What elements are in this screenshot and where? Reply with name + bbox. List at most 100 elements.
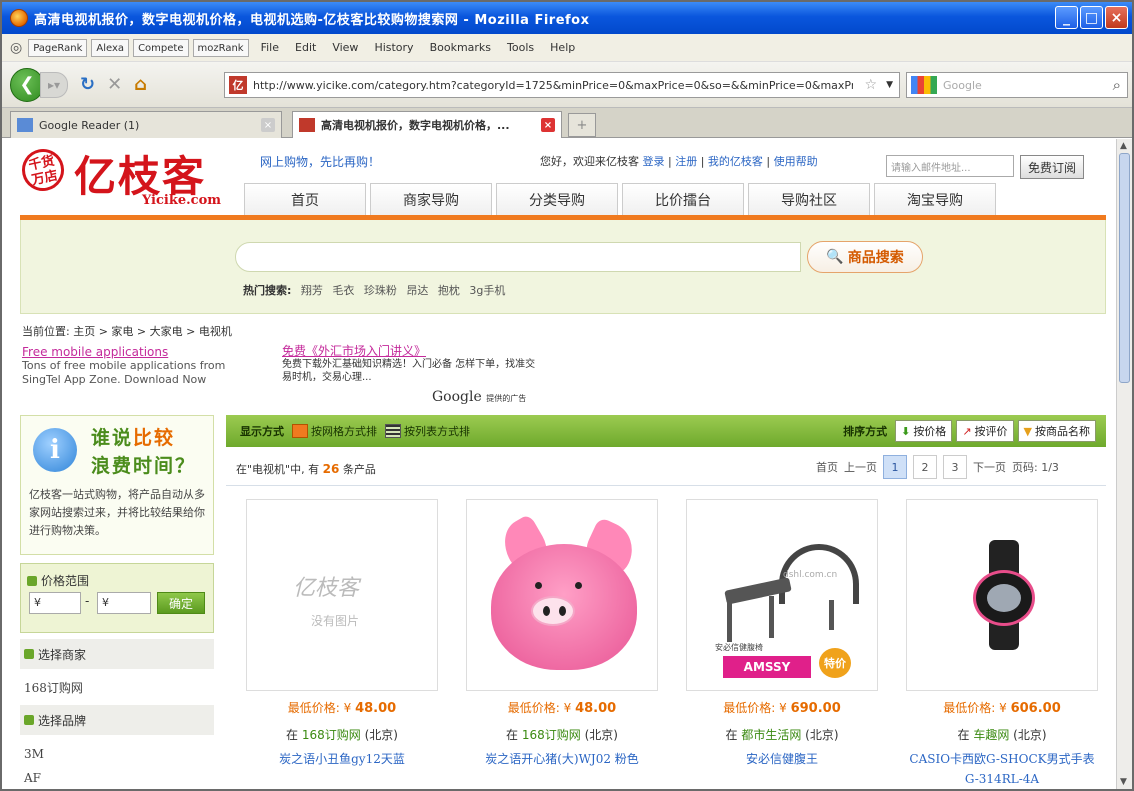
page-3-button[interactable]: 3 xyxy=(943,455,967,479)
bullet-icon xyxy=(24,715,34,725)
product-image[interactable] xyxy=(466,499,658,691)
search-bar[interactable]: Google ⌕ xyxy=(906,72,1128,98)
seller-link[interactable]: 168订购网 xyxy=(522,728,581,742)
sort-name-button[interactable]: ▼ 按商品名称 xyxy=(1017,420,1096,442)
product-name-link[interactable]: CASIO卡西欧G-SHOCK男式手表G-314RL-4A xyxy=(906,749,1098,789)
hot-keyword[interactable]: 昂达 xyxy=(406,284,428,297)
forward-button[interactable]: ▸▾ xyxy=(40,71,68,98)
home-icon[interactable]: ⌂ xyxy=(134,74,147,95)
reload-icon[interactable]: ↻ xyxy=(80,74,95,95)
subscribe-button[interactable]: 免费订阅 xyxy=(1020,155,1084,179)
back-button[interactable]: ❮ xyxy=(10,67,44,102)
product-search-input[interactable] xyxy=(235,242,801,272)
product-image-placeholder[interactable]: 亿枝客 没有图片 xyxy=(246,499,438,691)
pagerank-button[interactable]: PageRank xyxy=(28,38,88,57)
page-2-button[interactable]: 2 xyxy=(913,455,937,479)
firefox-window: 高清电视机报价，数字电视机价格，电视机选购-亿枝客比较购物搜索网 - Mozil… xyxy=(0,0,1134,791)
nav-merchants[interactable]: 商家导购 xyxy=(370,183,492,215)
seller-link[interactable]: 168订购网 xyxy=(302,728,361,742)
menu-bookmarks[interactable]: Bookmarks xyxy=(430,41,491,54)
menu-edit[interactable]: Edit xyxy=(295,41,316,54)
merchant-item[interactable]: 168订购网 xyxy=(24,679,83,696)
stop-icon[interactable]: ✕ xyxy=(107,74,122,95)
grid-view-button[interactable]: 按网格方式排 xyxy=(292,423,377,439)
nav-home[interactable]: 首页 xyxy=(244,183,366,215)
tab-close-icon[interactable]: × xyxy=(261,118,275,132)
new-tab-button[interactable]: + xyxy=(568,113,596,137)
my-account-link[interactable]: 我的亿枝客 xyxy=(708,155,763,168)
hot-keyword[interactable]: 3g手机 xyxy=(469,284,505,297)
maximize-button[interactable]: □ xyxy=(1080,6,1103,29)
register-link[interactable]: 注册 xyxy=(675,155,697,168)
amssy-logo: AMSSY xyxy=(723,656,811,678)
close-button[interactable]: × xyxy=(1105,6,1128,29)
scroll-up-icon[interactable]: ▲ xyxy=(1120,141,1127,151)
product-search-button[interactable]: 🔍 商品搜索 xyxy=(807,241,923,273)
brand-item[interactable]: 3M xyxy=(24,747,44,761)
scroll-down-icon[interactable]: ▼ xyxy=(1120,777,1127,787)
product-name-link[interactable]: 炭之语小丑鱼gy12天蓝 xyxy=(246,749,438,769)
list-view-button[interactable]: 按列表方式排 xyxy=(385,423,470,439)
first-page-link[interactable]: 首页 xyxy=(816,459,838,475)
seller-link[interactable]: 车趣网 xyxy=(973,728,1009,742)
grid-view-label: 按网格方式排 xyxy=(311,425,377,438)
ad1-link[interactable]: Free mobile applications xyxy=(22,345,266,359)
prev-page-link[interactable]: 上一页 xyxy=(844,459,877,475)
url-bar[interactable]: 亿 http://www.yicike.com/category.htm?cat… xyxy=(224,72,900,98)
google-ads-label[interactable]: Google 提供的广告 xyxy=(432,389,526,405)
search-icon[interactable]: ⌕ xyxy=(1113,76,1121,94)
product-price: 最低价格: ¥ 690.00 xyxy=(686,699,878,716)
nav-categories[interactable]: 分类导购 xyxy=(496,183,618,215)
tab-yicike[interactable]: 高清电视机报价，数字电视机价格，... × xyxy=(292,111,562,138)
next-page-link[interactable]: 下一页 xyxy=(973,459,1006,475)
menu-view[interactable]: View xyxy=(332,41,358,54)
scrollbar-thumb[interactable] xyxy=(1119,153,1130,383)
sort-rating-button[interactable]: ↗ 按评价 xyxy=(956,420,1014,442)
result-suffix: 条产品 xyxy=(342,463,376,476)
brand-item[interactable]: AF xyxy=(24,771,41,785)
login-link[interactable]: 登录 xyxy=(643,155,665,168)
page-1-button[interactable]: 1 xyxy=(883,455,907,479)
tab-close-icon[interactable]: × xyxy=(541,118,555,132)
nav-price-compare[interactable]: 比价擂台 xyxy=(622,183,744,215)
product-name-link[interactable]: 安必信健腹王 xyxy=(686,749,878,769)
price-value: 690.00 xyxy=(790,701,841,716)
hot-keyword[interactable]: 抱枕 xyxy=(438,284,460,297)
menu-history[interactable]: History xyxy=(374,41,413,54)
price-min-input[interactable]: ¥ xyxy=(29,592,81,614)
nav-community[interactable]: 导购社区 xyxy=(748,183,870,215)
hot-keyword[interactable]: 毛衣 xyxy=(332,284,354,297)
site-logo[interactable]: 千货万店 亿枝客 Yicike.com xyxy=(16,141,230,211)
minimize-button[interactable]: _ xyxy=(1055,6,1078,29)
bookmark-star-icon[interactable]: ☆ xyxy=(864,77,877,93)
hot-keyword[interactable]: 珍珠粉 xyxy=(364,284,397,297)
product-image[interactable]: dshl.com.cn 安必信健腹椅 AMSSY 特价 xyxy=(686,499,878,691)
image-watermark: dshl.com.cn xyxy=(783,570,838,580)
alexa-button[interactable]: Alexa xyxy=(91,38,130,57)
menu-file[interactable]: File xyxy=(261,41,279,54)
price-go-button[interactable]: 确定 xyxy=(157,592,205,614)
url-dropdown-icon[interactable]: ▼ xyxy=(886,80,893,90)
ad2-link[interactable]: 免费《外汇市场入门讲义》 xyxy=(282,345,542,358)
globe-icon[interactable]: ◎ xyxy=(10,40,22,56)
compete-button[interactable]: Compete xyxy=(133,38,189,57)
google-engine-icon[interactable] xyxy=(911,76,937,94)
menu-tools[interactable]: Tools xyxy=(507,41,534,54)
nav-taobao[interactable]: 淘宝导购 xyxy=(874,183,996,215)
result-divider xyxy=(226,485,1106,486)
tab-google-reader[interactable]: Google Reader (1) × xyxy=(10,111,282,138)
product-name-link[interactable]: 炭之语开心猪(大)WJ02 粉色 xyxy=(466,749,658,769)
mozrank-button[interactable]: mozRank xyxy=(192,38,249,57)
price-max-input[interactable]: ¥ xyxy=(97,592,151,614)
product-seller: 在 车趣网 (北京) xyxy=(906,726,1098,743)
product-image[interactable] xyxy=(906,499,1098,691)
menu-help[interactable]: Help xyxy=(550,41,575,54)
result-prefix: 在"电视机"中, 有 xyxy=(236,463,320,476)
hot-keyword[interactable]: 翔芳 xyxy=(301,284,323,297)
image-caption: 安必信健腹椅 xyxy=(715,643,763,652)
seller-link[interactable]: 都市生活网 xyxy=(741,728,801,742)
vertical-scrollbar[interactable]: ▲ ▼ xyxy=(1116,139,1132,789)
sort-price-button[interactable]: ⬇ 按价格 xyxy=(895,420,953,442)
email-field[interactable]: 请输入邮件地址... xyxy=(886,155,1014,177)
help-link[interactable]: 使用帮助 xyxy=(774,155,818,168)
